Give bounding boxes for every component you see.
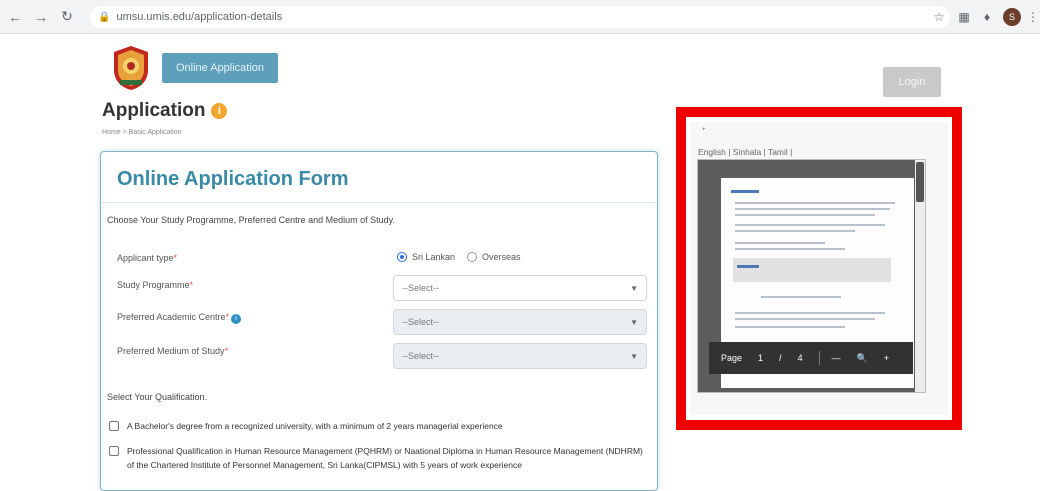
medium-of-study-label: Preferred Medium of Study* bbox=[117, 346, 229, 356]
form-divider bbox=[101, 202, 657, 203]
profile-avatar[interactable]: S bbox=[1003, 8, 1021, 26]
applicant-type-radio-group: Sri Lankan Overseas bbox=[397, 252, 533, 262]
radio-sri-lankan[interactable] bbox=[397, 252, 407, 262]
qualification-checkbox[interactable] bbox=[109, 421, 119, 431]
form-intro-text: Choose Your Study Programme, Preferred C… bbox=[107, 215, 395, 225]
extension-icon[interactable]: ▦ bbox=[955, 8, 973, 26]
applicant-type-label: Applicant type* bbox=[117, 253, 178, 263]
highlight-box bbox=[676, 107, 962, 430]
qualification-option: Professional Qualification in Human Reso… bbox=[109, 444, 649, 472]
forward-arrow-icon[interactable]: → bbox=[30, 6, 52, 28]
radio-sri-lankan-label: Sri Lankan bbox=[412, 252, 456, 262]
online-application-button[interactable]: Online Application bbox=[162, 53, 278, 83]
page-title: Application i bbox=[102, 100, 228, 122]
reload-icon[interactable]: ↻ bbox=[56, 6, 78, 28]
study-programme-select[interactable]: --Select-- ▼ bbox=[393, 275, 647, 301]
info-icon[interactable]: i bbox=[231, 313, 242, 324]
qualification-text: Professional Qualification in Human Reso… bbox=[127, 446, 643, 470]
university-crest-logo bbox=[114, 46, 148, 90]
chevron-down-icon: ▼ bbox=[630, 283, 638, 293]
address-bar[interactable]: 🔒 umsu.umis.edu/application-details bbox=[90, 6, 950, 28]
medium-of-study-select[interactable]: --Select-- ▼ bbox=[393, 343, 647, 369]
academic-centre-select[interactable]: --Select-- ▼ bbox=[393, 309, 647, 335]
qualification-heading: Select Your Qualification. bbox=[107, 392, 208, 402]
chevron-down-icon: ▼ bbox=[630, 317, 638, 327]
form-title: Online Application Form bbox=[117, 168, 349, 190]
back-arrow-icon[interactable]: ← bbox=[4, 6, 26, 28]
academic-centre-label: Preferred Academic Centre* i bbox=[117, 312, 242, 324]
extensions-puzzle-icon[interactable]: ♦ bbox=[978, 8, 996, 26]
lock-icon: 🔒 bbox=[98, 11, 111, 23]
breadcrumb: Home > Basic Application bbox=[102, 129, 182, 136]
online-application-form: Online Application Form Choose Your Stud… bbox=[100, 151, 658, 491]
study-programme-label: Study Programme* bbox=[117, 280, 194, 290]
menu-kebab-icon[interactable]: ⋮ bbox=[1024, 8, 1040, 26]
radio-overseas[interactable] bbox=[467, 252, 478, 262]
chevron-down-icon: ▼ bbox=[630, 351, 638, 361]
bookmark-star-icon[interactable]: ☆ bbox=[930, 8, 948, 26]
info-icon[interactable]: i bbox=[211, 103, 228, 119]
radio-overseas-label: Overseas bbox=[482, 252, 521, 262]
url-text: umsu.umis.edu/application-details bbox=[116, 11, 283, 23]
qualification-checkbox[interactable] bbox=[109, 446, 119, 456]
qualification-option: A Bachelor's degree from a recognized un… bbox=[109, 419, 649, 433]
login-button[interactable]: Login bbox=[883, 67, 941, 97]
qualification-text: A Bachelor's degree from a recognized un… bbox=[127, 421, 503, 431]
